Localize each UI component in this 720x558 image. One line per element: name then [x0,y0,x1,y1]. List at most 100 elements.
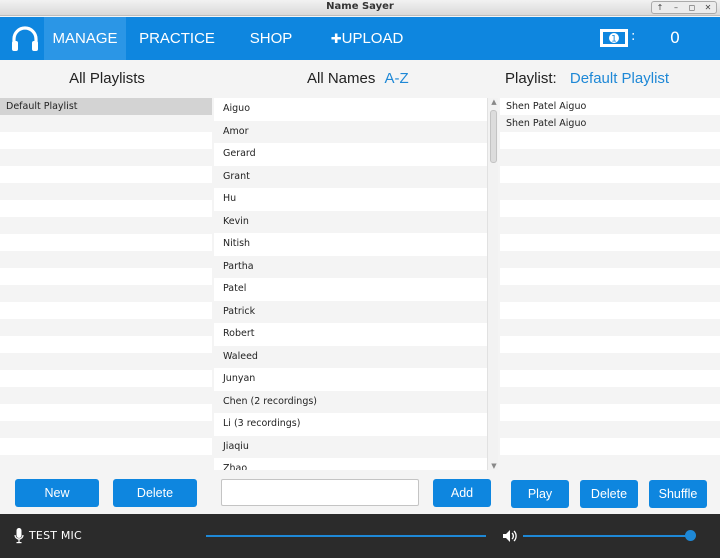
empty-row [500,404,720,421]
name-item[interactable]: Hu [214,188,487,211]
money-balance: 0 [669,28,681,47]
empty-row [0,387,212,404]
name-item[interactable]: Chen (2 recordings) [214,390,487,413]
empty-row [0,132,212,149]
empty-row [0,183,212,200]
playlist-entry[interactable]: Shen Patel Aiguo [500,98,720,115]
playlists-heading: All Playlists [69,70,145,87]
name-item[interactable]: Waleed [214,345,487,368]
scroll-down-icon[interactable]: ▼ [490,462,498,470]
empty-row [500,234,720,251]
plus-icon: ✚ [330,31,342,46]
empty-row [500,336,720,353]
empty-row [0,353,212,370]
maximize-icon[interactable]: ◻ [686,2,698,13]
empty-row [0,200,212,217]
mic-level-bar [206,535,486,537]
empty-row [0,438,212,455]
names-heading: All Names [307,70,376,87]
new-playlist-button[interactable]: New [15,479,99,507]
name-item[interactable]: Patel [214,278,487,301]
empty-row [500,132,720,149]
empty-row [0,115,212,132]
footer-bar: TEST MIC [0,514,720,558]
delete-playlist-button[interactable]: Delete [113,479,197,507]
tab-upload-label: UPLOAD [341,30,404,47]
empty-row [0,285,212,302]
empty-row [500,285,720,302]
empty-row [500,370,720,387]
name-item[interactable]: Li (3 recordings) [214,413,487,436]
name-item[interactable]: Grant [214,165,487,188]
tab-manage[interactable]: MANAGE [44,17,126,60]
playlist-entry[interactable]: Shen Patel Aiguo [500,115,720,132]
name-item[interactable]: Zhao [214,458,487,470]
money-separator: : [631,29,636,44]
scroll-up-icon[interactable]: ▲ [490,98,498,106]
empty-row [500,251,720,268]
tab-upload[interactable]: ✚UPLOAD [322,17,412,60]
name-item[interactable]: Jiaqiu [214,435,487,458]
empty-row [500,268,720,285]
play-button[interactable]: Play [511,480,569,508]
empty-row [500,166,720,183]
keep-above-icon[interactable]: ↑ [654,2,666,13]
delete-entry-button[interactable]: Delete [580,480,638,508]
names-scrollbar[interactable]: ▲ ▼ [487,98,498,470]
empty-row [0,149,212,166]
close-icon[interactable]: ✕ [702,2,714,13]
tab-shop[interactable]: SHOP [236,17,306,60]
empty-row [500,438,720,455]
empty-row [500,319,720,336]
names-list: Aiguo Amor Gerard Grant Hu Kevin Nitish … [214,98,487,470]
name-item[interactable]: Patrick [214,300,487,323]
empty-row [0,336,212,353]
name-item[interactable]: Partha [214,255,487,278]
empty-row [0,251,212,268]
volume-slider-thumb[interactable] [684,530,696,541]
window-controls: ↑ – ◻ ✕ [651,1,717,14]
names-heading-group: All Names A-Z [307,60,409,98]
empty-row [500,200,720,217]
name-item[interactable]: Amor [214,120,487,143]
volume-slider[interactable] [523,535,690,537]
test-mic-button[interactable]: TEST MIC [29,529,82,542]
name-item[interactable]: Junyan [214,368,487,391]
name-item[interactable]: Aiguo [214,98,487,121]
empty-row [500,387,720,404]
name-item[interactable]: Gerard [214,143,487,166]
playlist-item[interactable]: Default Playlist [0,98,212,115]
microphone-icon [14,528,24,544]
playlist-heading-group: Playlist: Default Playlist [505,60,669,98]
top-navbar: MANAGE PRACTICE SHOP ✚UPLOAD 1 : 0 [0,17,720,60]
name-item[interactable]: Kevin [214,210,487,233]
playlists-list: Default Playlist [0,98,212,470]
volume-icon [503,530,517,542]
empty-row [0,268,212,285]
sort-toggle[interactable]: A-Z [385,70,409,87]
empty-row [500,217,720,234]
name-item[interactable]: Nitish [214,233,487,256]
empty-row [500,353,720,370]
empty-row [500,455,720,470]
window-title: Name Sayer [326,1,394,12]
tab-practice[interactable]: PRACTICE [130,17,224,60]
money-icon: 1 [600,29,628,47]
headphones-icon [12,26,38,51]
empty-row [500,183,720,200]
scroll-thumb[interactable] [490,110,497,163]
empty-row [500,149,720,166]
shuffle-button[interactable]: Shuffle [649,480,707,508]
minimize-icon[interactable]: – [670,2,682,13]
add-name-button[interactable]: Add [433,479,491,507]
name-item[interactable]: Robert [214,323,487,346]
empty-row [500,421,720,438]
empty-row [0,455,212,470]
empty-row [0,404,212,421]
playlist-heading: Playlist: [505,70,557,87]
empty-row [0,319,212,336]
current-playlist-name: Default Playlist [569,70,670,87]
name-input[interactable] [221,479,419,506]
empty-row [0,217,212,234]
empty-row [0,166,212,183]
